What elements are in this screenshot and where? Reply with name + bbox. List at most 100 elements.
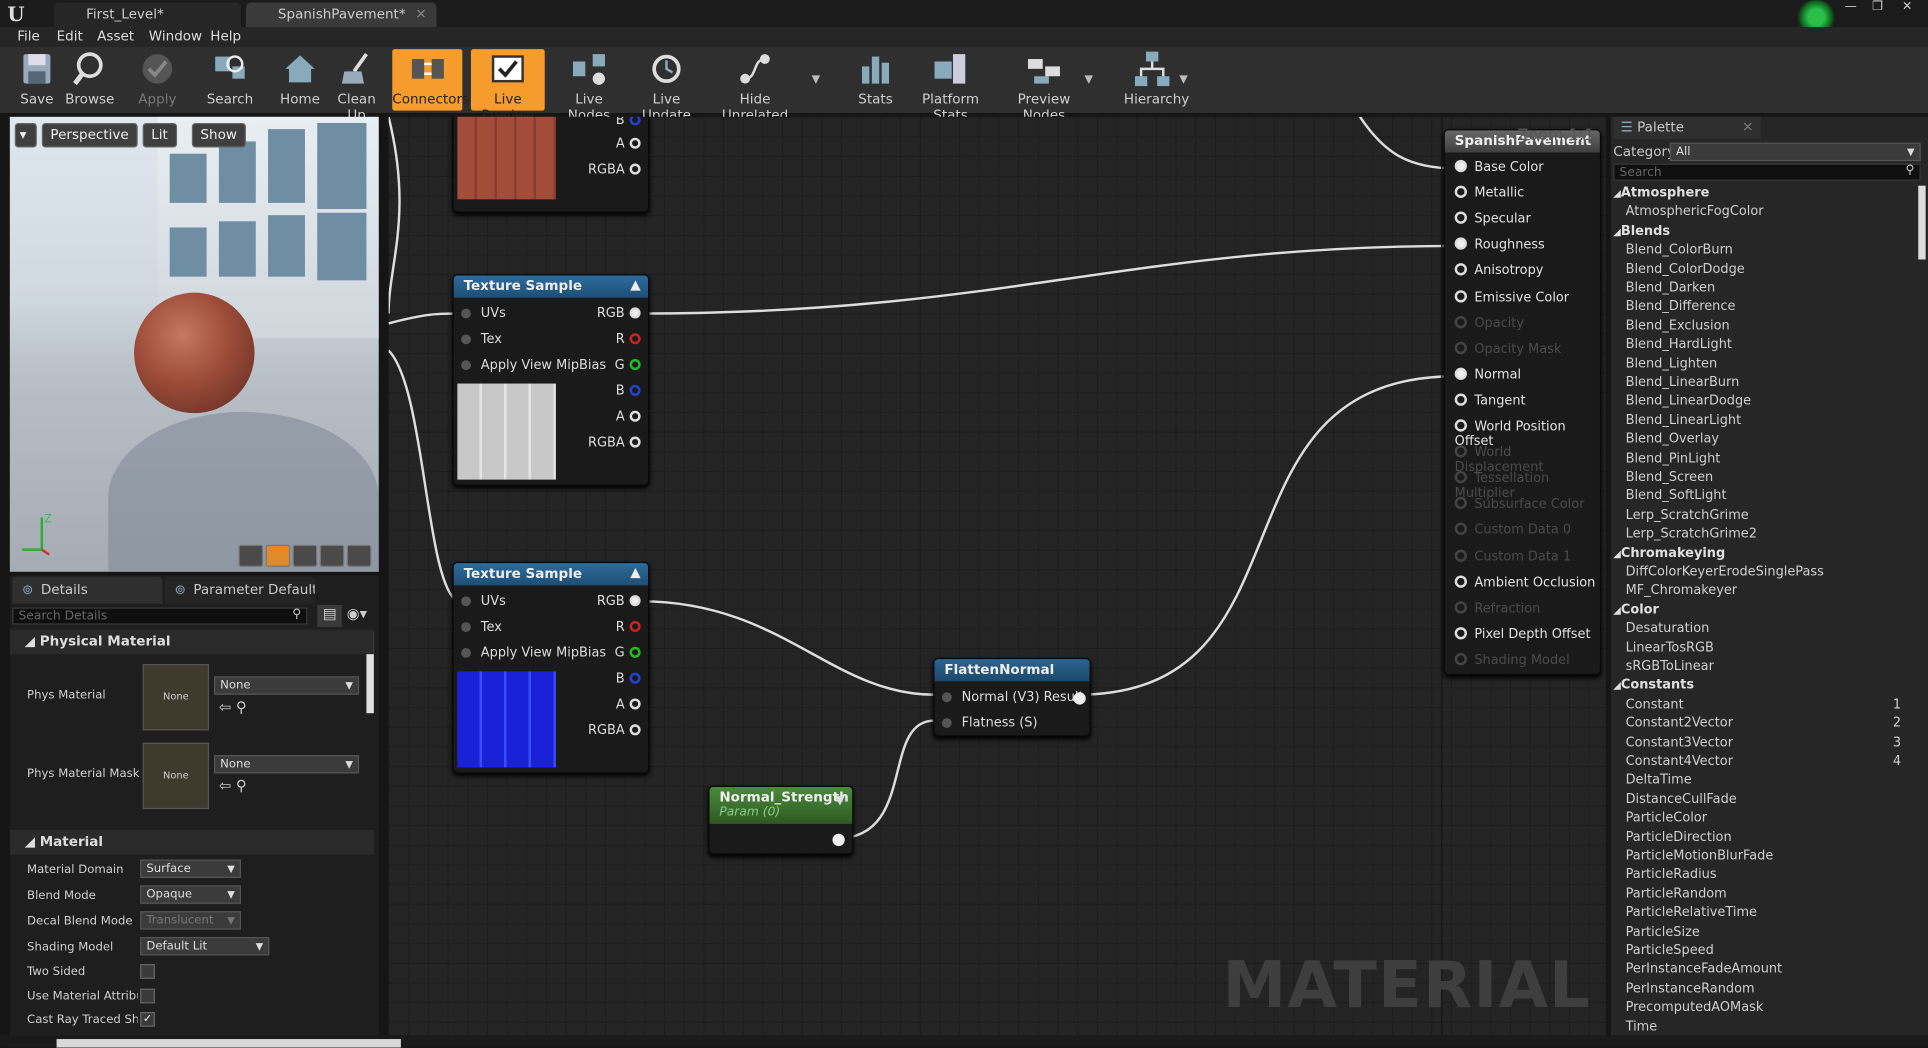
- stats-button[interactable]: Stats: [856, 49, 895, 110]
- lit-button[interactable]: Lit: [142, 122, 177, 148]
- pin-uvs[interactable]: UVs: [461, 306, 506, 321]
- preview-mesh-icon[interactable]: [346, 544, 372, 567]
- palette-item[interactable]: Blend_ColorBurn: [1626, 242, 1733, 257]
- pin-b[interactable]: B: [616, 384, 641, 398]
- param-output-pin[interactable]: [832, 833, 845, 846]
- palette-item[interactable]: PerInstanceFadeAmount: [1626, 962, 1783, 977]
- spanish-pavement-result-node[interactable]: SpanishPavement Base Color Metallic Specul…: [1443, 129, 1602, 676]
- palette-item[interactable]: Lerp_ScratchGrime: [1626, 508, 1749, 523]
- pin-b[interactable]: B: [616, 671, 641, 686]
- visibility-eye-icon[interactable]: ◉▾: [347, 605, 377, 627]
- palette-item[interactable]: ParticleSize: [1626, 924, 1700, 939]
- palette-item[interactable]: ParticleRadius: [1626, 867, 1717, 882]
- preview-nodes-button[interactable]: Preview Nodes: [1003, 49, 1084, 123]
- palette-item[interactable]: MF_Chromakeyer: [1626, 583, 1737, 598]
- pin-normal[interactable]: Normal (V3) Result: [941, 690, 1084, 705]
- collapse-arrow-icon[interactable]: ▼: [835, 794, 844, 808]
- hide-unrelated-dropdown-icon[interactable]: ▼: [812, 74, 824, 86]
- perspective-button[interactable]: Perspective: [41, 122, 138, 148]
- decal-blend-mode-combo[interactable]: Translucent ▼: [140, 911, 242, 930]
- maximize-icon[interactable]: ❐: [1864, 0, 1891, 17]
- pin-tex[interactable]: Tex: [461, 332, 502, 347]
- result-pin[interactable]: Base Color: [1454, 159, 1544, 175]
- preview-nodes-dropdown-icon[interactable]: ▼: [1085, 74, 1097, 86]
- result-pin[interactable]: Opacity Mask: [1454, 341, 1561, 356]
- texture-sample-node-top[interactable]: B A RGBA: [452, 116, 650, 213]
- pin-mip[interactable]: Apply View MipBias: [461, 646, 606, 660]
- preview-sphere-icon[interactable]: [265, 544, 291, 567]
- two-sided-checkbox[interactable]: [140, 964, 155, 979]
- palette-item[interactable]: DistanceCullFade: [1626, 792, 1737, 807]
- palette-item[interactable]: Constant4Vector: [1626, 754, 1733, 769]
- palette-item[interactable]: Blend_SoftLight: [1626, 489, 1727, 504]
- details-search-input[interactable]: Search Details ⚲: [12, 607, 308, 625]
- result-pin[interactable]: Emissive Color: [1454, 289, 1569, 304]
- palette-tab[interactable]: ☰ Palette ✕: [1613, 116, 1761, 139]
- pin-r[interactable]: R: [616, 620, 641, 634]
- palette-item[interactable]: Blend_Overlay: [1626, 432, 1719, 447]
- palette-item[interactable]: Desaturation: [1626, 621, 1710, 636]
- palette-category[interactable]: ◢Color: [1613, 602, 1659, 617]
- result-pin[interactable]: Tangent: [1454, 393, 1526, 408]
- hierarchy-button[interactable]: Hierarchy: [1124, 49, 1189, 110]
- palette-item[interactable]: Blend_Screen: [1626, 470, 1714, 485]
- apply-button[interactable]: Apply: [133, 49, 182, 110]
- palette-item[interactable]: PrecomputedAOMask: [1626, 1000, 1764, 1015]
- viewport-options-icon[interactable]: ▾: [14, 122, 37, 148]
- normal-strength-param-node[interactable]: Normal_Strength Param (0) ▼: [708, 785, 854, 855]
- palette-item[interactable]: PerInstanceRandom: [1626, 981, 1755, 996]
- texture-sample-node-roughness[interactable]: Texture Sample ▲ UVs Tex Apply View MipBi…: [452, 274, 650, 486]
- palette-item[interactable]: Constant2Vector: [1626, 716, 1733, 731]
- live-preview-button[interactable]: Live Preview: [470, 49, 545, 123]
- pin-uvs[interactable]: UVs: [461, 594, 506, 609]
- material-graph[interactable]: B A RGBA Texture Sample ▲ UVs Tex Apply V…: [388, 116, 1606, 1036]
- close-icon[interactable]: ✕: [1742, 119, 1753, 135]
- pin-rgb[interactable]: RGB: [597, 306, 641, 321]
- preview-plane-icon[interactable]: [292, 544, 318, 567]
- tab-spanish-pavement[interactable]: SpanishPavement* ✕: [245, 2, 437, 28]
- show-button[interactable]: Show: [191, 122, 246, 148]
- pin-r[interactable]: R: [616, 332, 641, 347]
- palette-item[interactable]: AtmosphericFogColor: [1626, 205, 1764, 220]
- flatten-normal-node[interactable]: FlattenNormal Normal (V3) Result Flatnes…: [933, 657, 1091, 737]
- pin-mip[interactable]: Apply View MipBias: [461, 358, 606, 373]
- result-pin[interactable]: Normal: [1454, 367, 1521, 382]
- material-section[interactable]: ◢ Material: [9, 830, 374, 855]
- pin-a[interactable]: A: [616, 136, 641, 151]
- cast-ray-traced-shadows-checkbox[interactable]: ✓: [140, 1012, 155, 1027]
- palette-item[interactable]: DeltaTime: [1626, 773, 1692, 788]
- result-pin[interactable]: Opacity: [1454, 315, 1524, 330]
- palette-item[interactable]: ParticleDirection: [1626, 830, 1732, 845]
- palette-item[interactable]: LinearTosRGB: [1626, 640, 1714, 655]
- material-domain-combo[interactable]: Surface ▼: [140, 859, 242, 878]
- pin-tex[interactable]: Tex: [461, 620, 502, 634]
- phys-material-thumbnail[interactable]: None: [142, 664, 210, 731]
- shading-model-combo[interactable]: Default Lit ▼: [140, 936, 270, 956]
- hierarchy-dropdown-icon[interactable]: ▼: [1179, 74, 1191, 86]
- browse-button[interactable]: Browse: [64, 49, 116, 110]
- result-pin[interactable]: Custom Data 1: [1454, 549, 1571, 564]
- palette-item[interactable]: ParticleRelativeTime: [1626, 905, 1757, 920]
- pin-rgba[interactable]: RGBA: [588, 723, 641, 738]
- palette-item[interactable]: Blend_LinearBurn: [1626, 375, 1740, 390]
- palette-item[interactable]: Blend_LinearLight: [1626, 413, 1742, 428]
- result-pin[interactable]: Roughness: [1454, 237, 1545, 252]
- menu-window[interactable]: Window: [149, 28, 202, 44]
- palette-item[interactable]: Blend_LinearDodge: [1626, 394, 1752, 409]
- phys-material-combo[interactable]: None ▼: [213, 676, 360, 695]
- palette-category[interactable]: ◢Blends: [1613, 224, 1670, 239]
- palette-item[interactable]: DiffColorKeyerErodeSinglePass: [1626, 564, 1824, 579]
- save-button[interactable]: Save: [12, 49, 61, 110]
- pin-rgb[interactable]: RGB: [597, 594, 641, 609]
- pin-flatness[interactable]: Flatness (S): [941, 716, 1038, 730]
- clean-up-button[interactable]: Clean Up: [330, 49, 384, 123]
- view-options-icon[interactable]: ▤: [317, 604, 342, 628]
- result-pin[interactable]: Anisotropy: [1454, 263, 1543, 278]
- palette-item[interactable]: ParticleRandom: [1626, 886, 1727, 901]
- palette-item[interactable]: sRGBToLinear: [1626, 659, 1714, 674]
- collapse-arrow-icon[interactable]: ▲: [630, 564, 640, 580]
- palette-item[interactable]: Blend_Difference: [1626, 299, 1736, 314]
- result-pin[interactable]: Metallic: [1454, 185, 1524, 201]
- preview-cube-icon[interactable]: [319, 544, 345, 567]
- pin-b[interactable]: B: [616, 116, 641, 128]
